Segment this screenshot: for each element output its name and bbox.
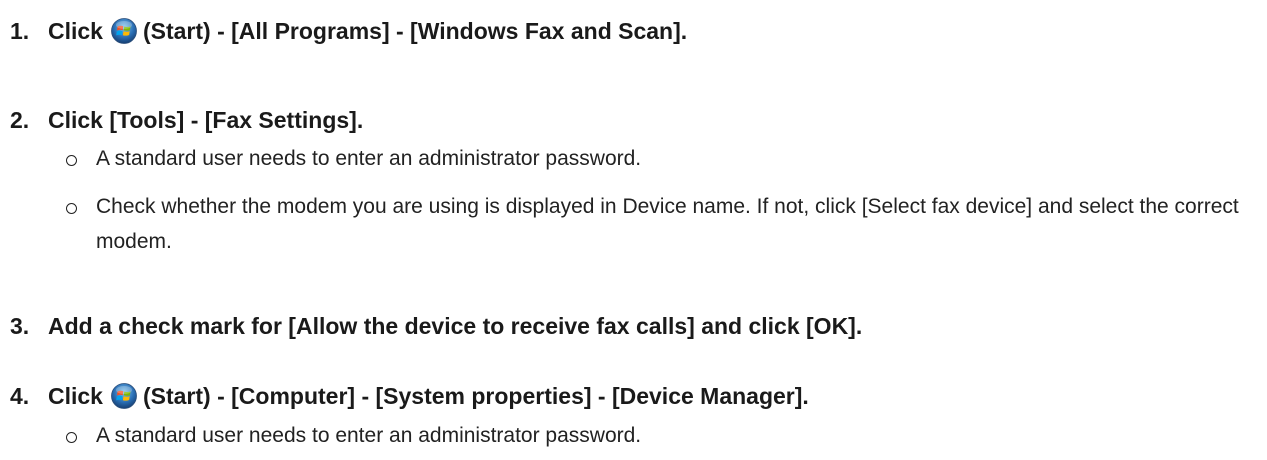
step-2-number: 2. xyxy=(10,107,30,133)
step-2-bullet-1-text: A standard user needs to enter an admini… xyxy=(96,147,642,170)
step-1-number: 1. xyxy=(10,18,30,44)
windows-start-orb-icon xyxy=(111,18,137,44)
windows-start-orb-icon xyxy=(111,383,137,409)
step-4-number: 4. xyxy=(10,383,30,409)
step-1-suffix: (Start) - [All Programs] - [Windows Fax … xyxy=(142,18,688,44)
step-2-bullet-2: Check whether the modem you are using is… xyxy=(66,189,1256,259)
step-3-number: 3. xyxy=(10,313,30,339)
step-1: 1. Click (Start) - [All Programs] - [Win… xyxy=(10,17,687,45)
step-4: 4. Click (Start) - [Computer] - [System … xyxy=(10,382,809,410)
hollow-bullet-icon xyxy=(66,418,94,455)
step-2-bullet-2-text: Check whether the modem you are using is… xyxy=(96,195,1239,253)
step-4-bullet-1: A standard user needs to enter an admini… xyxy=(66,418,1256,453)
step-4-prefix: Click xyxy=(48,383,103,409)
step-2-bullet-1: A standard user needs to enter an admini… xyxy=(66,141,1256,176)
step-4-suffix: (Start) - [Computer] - [System propertie… xyxy=(142,383,809,409)
step-2: 2. Click [Tools] - [Fax Settings]. xyxy=(10,106,363,134)
step-2-text: Click [Tools] - [Fax Settings]. xyxy=(48,107,364,133)
step-3-text: Add a check mark for [Allow the device t… xyxy=(48,313,863,339)
step-1-prefix: Click xyxy=(48,18,103,44)
instructions-page: 1. Click (Start) - [All Programs] - [Win… xyxy=(0,0,1267,460)
step-4-bullet-1-text: A standard user needs to enter an admini… xyxy=(96,424,642,447)
hollow-bullet-icon xyxy=(66,189,94,226)
step-3: 3. Add a check mark for [Allow the devic… xyxy=(10,312,862,340)
hollow-bullet-icon xyxy=(66,141,94,178)
